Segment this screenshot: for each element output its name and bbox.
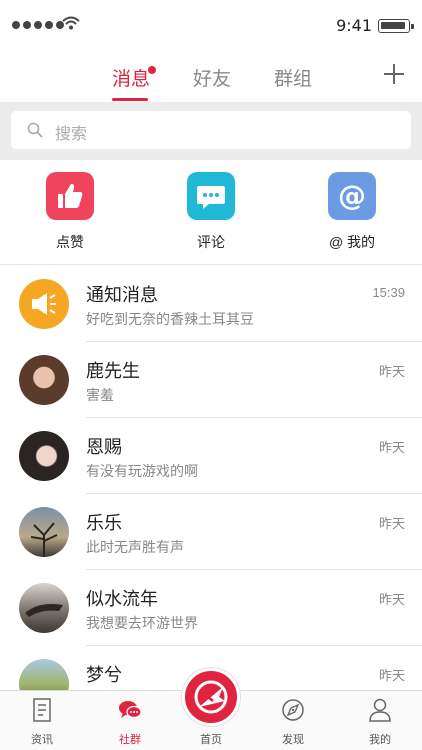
conversation-name: 梦兮 [86, 665, 122, 685]
nav-profile[interactable]: 我的 [338, 691, 422, 750]
nav-community[interactable]: 社群 [88, 691, 172, 750]
nav-discover[interactable]: 发现 [251, 691, 335, 750]
conversation-preview: 我想要去环游世界 [86, 615, 198, 631]
comment-icon [187, 172, 235, 220]
nav-community-label: 社群 [119, 734, 141, 746]
thumbs-up-icon [46, 172, 94, 220]
conversation-name: 恩赐 [86, 437, 122, 457]
conversation-preview: 有没有玩游戏的啊 [86, 463, 198, 479]
conversation-time: 15:39 [372, 285, 405, 300]
conversation-time: 昨天 [378, 592, 405, 607]
search-icon [27, 122, 43, 138]
home-logo-icon[interactable] [182, 668, 240, 726]
document-icon [33, 698, 51, 722]
nav-home-label: 首页 [200, 734, 222, 746]
user-icon [369, 698, 391, 722]
signal-strength-icon [12, 21, 64, 29]
chat-bubbles-icon [119, 701, 142, 719]
tab-friends[interactable]: 好友 [193, 64, 231, 91]
conversation-preview: 好吃到无奈的香辣土耳其豆 [86, 311, 254, 327]
conversation-preview: 害羞 [86, 387, 114, 403]
mentions-button[interactable]: @ @ 我的 [307, 172, 397, 252]
tab-groups[interactable]: 群组 [274, 64, 312, 91]
mentions-label: @ 我的 [328, 234, 376, 250]
list-item[interactable]: 鹿先生 害羞 昨天 [0, 342, 422, 418]
wifi-icon [62, 16, 80, 30]
status-bar: 9:41 [0, 0, 422, 52]
battery-icon [378, 19, 414, 33]
conversation-name: 通知消息 [86, 285, 158, 305]
conversation-name: 乐乐 [86, 513, 122, 533]
list-item[interactable]: 恩赐 有没有玩游戏的啊 昨天 [0, 418, 422, 494]
svg-text:@: @ [338, 179, 366, 212]
conversation-name: 鹿先生 [86, 361, 140, 381]
conversation-time: 昨天 [378, 668, 405, 683]
list-item[interactable]: 通知消息 好吃到无奈的香辣土耳其豆 15:39 [0, 266, 422, 342]
comments-label: 评论 [197, 234, 225, 250]
unread-dot [148, 66, 156, 74]
notification-avatar-icon [19, 279, 69, 329]
active-tab-indicator [112, 98, 148, 101]
section-divider [0, 264, 422, 265]
search-input[interactable]: 搜索 [11, 111, 411, 149]
likes-button[interactable]: 点赞 [25, 172, 115, 252]
avatar [19, 355, 69, 405]
nav-news-label: 资讯 [31, 734, 53, 746]
conversation-name: 似水流年 [86, 589, 158, 609]
quick-actions: 点赞 评论 @ @ 我的 [0, 160, 422, 264]
add-icon[interactable] [384, 64, 404, 84]
avatar [19, 507, 69, 557]
avatar [19, 431, 69, 481]
search-bar: 搜索 [0, 102, 422, 160]
nav-profile-label: 我的 [369, 734, 391, 746]
conversation-time: 昨天 [378, 516, 405, 531]
top-tabs: 消息 好友 群组 [0, 52, 422, 102]
conversation-preview: 此时无声胜有声 [86, 539, 184, 555]
likes-label: 点赞 [56, 234, 84, 250]
compass-icon [282, 699, 304, 721]
comments-button[interactable]: 评论 [166, 172, 256, 252]
list-item[interactable]: 乐乐 此时无声胜有声 昨天 [0, 494, 422, 570]
nav-news[interactable]: 资讯 [0, 691, 84, 750]
conversation-time: 昨天 [378, 440, 405, 455]
nav-discover-label: 发现 [282, 734, 304, 746]
list-item[interactable]: 似水流年 我想要去环游世界 昨天 [0, 570, 422, 646]
conversation-time: 昨天 [378, 364, 405, 379]
avatar [19, 583, 69, 633]
at-sign-icon: @ [328, 172, 376, 220]
status-time: 9:41 [336, 16, 372, 35]
tab-messages[interactable]: 消息 [112, 64, 150, 91]
search-placeholder: 搜索 [55, 126, 88, 143]
